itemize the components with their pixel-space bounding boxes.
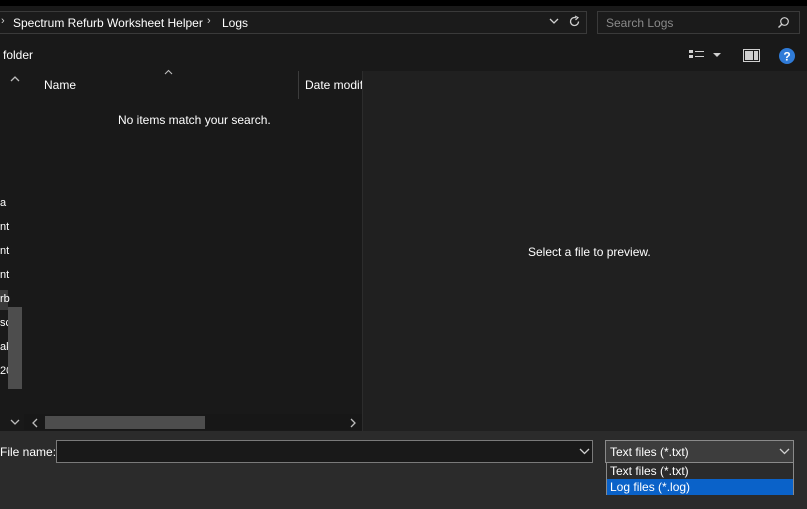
view-options-icon[interactable]	[689, 49, 705, 61]
sort-ascending-icon	[164, 69, 173, 75]
preview-pane-icon[interactable]	[743, 49, 760, 62]
view-dropdown-chevron-icon[interactable]	[712, 51, 722, 59]
scroll-right-icon[interactable]	[349, 418, 357, 428]
nav-item[interactable]: nt	[0, 269, 9, 281]
column-divider[interactable]	[298, 71, 299, 99]
command-bar	[0, 40, 807, 71]
file-type-option[interactable]: Text files (*.txt)	[607, 463, 793, 479]
search-icon[interactable]	[777, 16, 790, 29]
scroll-down-icon[interactable]	[10, 418, 20, 426]
nav-item-selected[interactable]: rb	[0, 293, 10, 305]
breadcrumb-item[interactable]: Logs	[222, 16, 248, 30]
breadcrumb-item[interactable]: Spectrum Refurb Worksheet Helper	[13, 16, 203, 30]
nav-item[interactable]: nt	[0, 221, 9, 233]
horizontal-scrollbar-thumb[interactable]	[45, 416, 205, 429]
file-name-label: File name:	[0, 445, 57, 459]
empty-list-message: No items match your search.	[118, 113, 271, 127]
file-type-select[interactable]: Text files (*.txt)	[605, 440, 794, 463]
new-folder-button[interactable]: folder	[3, 48, 33, 62]
help-icon[interactable]: ?	[779, 48, 795, 64]
nav-scrollbar-thumb[interactable]	[8, 307, 22, 389]
scroll-up-icon[interactable]	[10, 75, 20, 83]
refresh-icon[interactable]	[568, 15, 581, 28]
file-name-input[interactable]	[56, 440, 593, 463]
chevron-down-icon[interactable]	[548, 15, 560, 27]
nav-item[interactable]: nt	[0, 245, 9, 257]
nav-item[interactable]: a	[0, 197, 6, 209]
file-type-selected: Text files (*.txt)	[610, 445, 689, 459]
column-header-date-modified[interactable]: Date modifi	[305, 78, 362, 92]
chevron-down-icon[interactable]	[579, 447, 590, 456]
column-header-name[interactable]: Name	[44, 78, 76, 92]
preview-message: Select a file to preview.	[528, 245, 651, 259]
breadcrumb-chevron-icon[interactable]: ›	[1, 15, 5, 27]
file-type-option-highlighted[interactable]: Log files (*.log)	[607, 479, 793, 495]
breadcrumb-chevron-icon[interactable]: ›	[207, 15, 211, 27]
search-placeholder: Search Logs	[606, 16, 674, 30]
file-type-dropdown-list: Text files (*.txt) Log files (*.log)	[606, 462, 794, 495]
chevron-down-icon[interactable]	[779, 447, 790, 456]
scroll-left-icon[interactable]	[31, 418, 39, 428]
search-input[interactable]: Search Logs	[597, 11, 800, 34]
svg-text:?: ?	[783, 50, 790, 64]
